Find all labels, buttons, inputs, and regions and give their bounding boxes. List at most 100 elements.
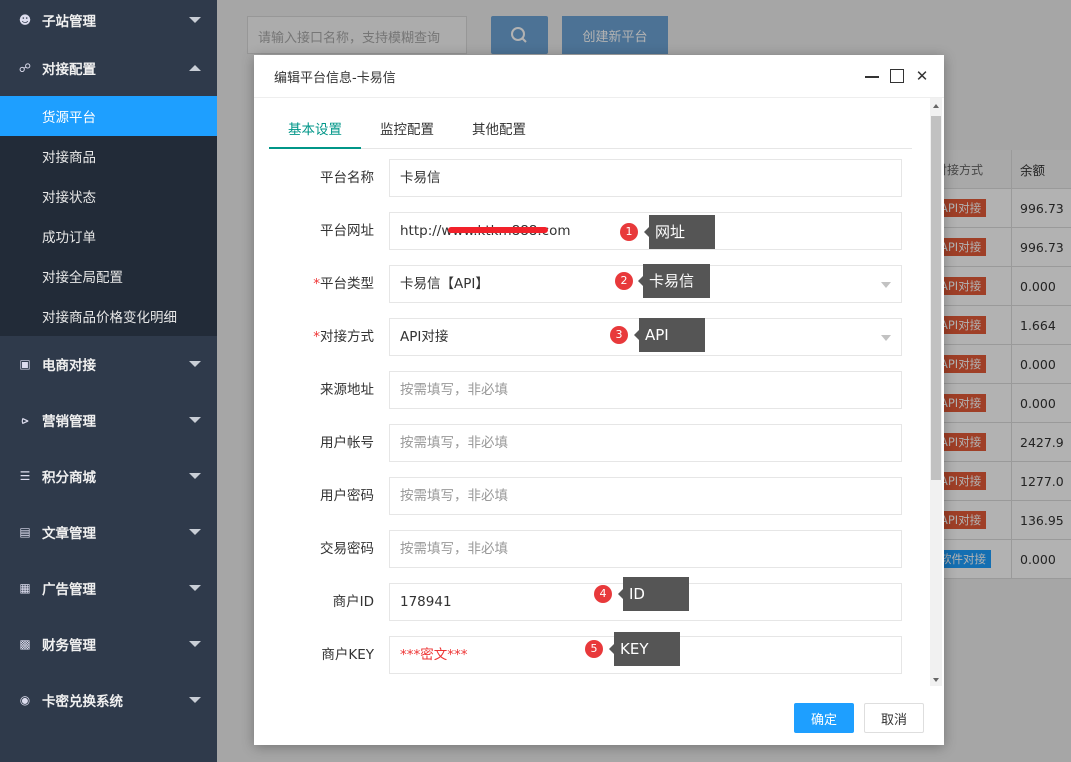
platform-type-value: 卡易信【API】 (400, 276, 489, 292)
platform-type-label-text: 平台类型 (320, 276, 374, 292)
chevron-down-icon (189, 697, 201, 703)
dialog-body: 基本设置 监控配置 其他配置 平台名称 卡易信 平台网址 http://www.… (254, 98, 930, 686)
dialog-header: 编辑平台信息-卡易信 (254, 55, 944, 98)
exchange-icon: ◉ (19, 693, 31, 707)
platform-type-label: *平台类型 (274, 265, 374, 303)
cancel-button[interactable]: 取消 (864, 703, 924, 733)
sidebar-item-global-config[interactable]: 对接全局配置 (0, 256, 217, 296)
sidebar-group-ads[interactable]: ▦ 广告管理 (0, 560, 217, 616)
merchant-key-label: 商户KEY (321, 647, 374, 663)
sidebar: ☻ 子站管理 ☍ 对接配置 货源平台 对接商品 对接状态 成功订单 对接全局配置… (0, 0, 217, 762)
trade-password-label: 交易密码 (320, 541, 374, 557)
user-group-icon: ☻ (18, 13, 32, 27)
chevron-down-icon (189, 585, 201, 591)
annotation-callout: KEY (609, 632, 680, 666)
tab-basic-settings[interactable]: 基本设置 (269, 108, 361, 149)
sidebar-group-label: 文章管理 (42, 526, 96, 542)
annotation-badge: 1 (620, 223, 638, 241)
document-icon: ▤ (19, 525, 31, 539)
chevron-down-icon (881, 335, 891, 341)
required-mark: * (313, 329, 320, 345)
sidebar-item-supply-platform[interactable]: 货源平台 (0, 96, 217, 136)
sidebar-group-finance[interactable]: ▩ 财务管理 (0, 616, 217, 672)
form-row-source: 来源地址 按需填写，非必填 (254, 371, 914, 409)
sidebar-group-label: 广告管理 (42, 582, 96, 598)
sidebar-group-points-mall[interactable]: ☰ 积分商城 (0, 448, 217, 504)
sidebar-submenu: 货源平台 对接商品 对接状态 成功订单 对接全局配置 对接商品价格变化明细 (0, 96, 217, 336)
integration-method-label-text: 对接方式 (320, 329, 374, 345)
sidebar-group-label: 电商对接 (42, 358, 96, 374)
chevron-down-icon (189, 417, 201, 423)
sidebar-group-label: 积分商城 (42, 470, 96, 486)
form-row-user: 用户帐号 按需填写，非必填 (254, 424, 914, 462)
sidebar-item-integration-status[interactable]: 对接状态 (0, 176, 217, 216)
annotation-callout: 网址 (644, 215, 715, 249)
sidebar-group-marketing[interactable]: ⪧ 营销管理 (0, 392, 217, 448)
scroll-down-icon[interactable] (933, 678, 939, 682)
dialog-controls: ✕ (864, 68, 930, 84)
annotation-callout: 卡易信 (638, 264, 710, 298)
chevron-down-icon (189, 17, 201, 23)
annotation-badge: 3 (610, 326, 628, 344)
edit-platform-dialog: 编辑平台信息-卡易信 ✕ 基本设置 监控配置 其他配置 平台名称 卡易信 平台网… (254, 55, 944, 745)
form-row-name: 平台名称 卡易信 (254, 159, 914, 197)
user-password-label: 用户密码 (320, 488, 374, 504)
sidebar-group-substations[interactable]: ☻ 子站管理 (0, 0, 217, 40)
integration-method-value: API对接 (400, 329, 449, 345)
annotation-callout: API (634, 318, 705, 352)
merchant-id-label: 商户ID (332, 594, 374, 610)
dialog-scrollbar[interactable] (930, 98, 942, 686)
confirm-button[interactable]: 确定 (794, 703, 854, 733)
tab-monitor-config[interactable]: 监控配置 (361, 108, 453, 148)
form-row-method: *对接方式 API对接 (254, 318, 914, 356)
finance-icon: ▩ (19, 637, 31, 651)
platform-name-input[interactable]: 卡易信 (389, 159, 902, 197)
close-icon[interactable]: ✕ (914, 68, 930, 84)
source-address-input[interactable]: 按需填写，非必填 (389, 371, 902, 409)
share-icon: ⪧ (21, 413, 29, 427)
platform-name-label: 平台名称 (320, 170, 374, 186)
chevron-down-icon (189, 529, 201, 535)
scroll-up-icon[interactable] (933, 104, 939, 108)
calendar-icon: ▦ (19, 581, 31, 595)
lock-icon: ▣ (19, 357, 31, 371)
dialog-tabs: 基本设置 监控配置 其他配置 (269, 108, 912, 149)
sidebar-group-ecommerce[interactable]: ▣ 电商对接 (0, 336, 217, 392)
sidebar-group-card-exchange[interactable]: ◉ 卡密兑换系统 (0, 672, 217, 728)
scroll-thumb[interactable] (931, 116, 941, 480)
form-row-merchant-id: 商户ID 178941 (254, 583, 914, 621)
dialog-footer: 确定 取消 (254, 686, 944, 745)
link-icon: ☍ (18, 61, 32, 75)
sidebar-item-price-changes[interactable]: 对接商品价格变化明细 (0, 296, 217, 336)
user-account-input[interactable]: 按需填写，非必填 (389, 424, 902, 462)
trade-password-input[interactable]: 按需填写，非必填 (389, 530, 902, 568)
chevron-down-icon (189, 641, 201, 647)
sidebar-group-label: 子站管理 (42, 14, 96, 30)
platform-url-label: 平台网址 (320, 223, 374, 239)
dialog-title: 编辑平台信息-卡易信 (274, 70, 396, 86)
sidebar-item-successful-orders[interactable]: 成功订单 (0, 216, 217, 256)
sidebar-group-articles[interactable]: ▤ 文章管理 (0, 504, 217, 560)
sidebar-group-label: 营销管理 (42, 414, 96, 430)
annotation-badge: 4 (594, 585, 612, 603)
annotation-badge: 2 (615, 272, 633, 290)
tab-other-config[interactable]: 其他配置 (453, 108, 545, 148)
maximize-icon[interactable] (890, 69, 904, 83)
form-row-merchant-key: 商户KEY ***密文*** (254, 636, 914, 674)
redaction-mark (448, 227, 548, 233)
minimize-icon[interactable] (864, 68, 880, 84)
sidebar-item-integrated-products[interactable]: 对接商品 (0, 136, 217, 176)
sidebar-group-label: 对接配置 (42, 62, 96, 78)
user-password-input[interactable]: 按需填写，非必填 (389, 477, 902, 515)
form-row-password: 用户密码 按需填写，非必填 (254, 477, 914, 515)
chevron-up-icon (189, 65, 201, 71)
sidebar-group-integration-config[interactable]: ☍ 对接配置 (0, 40, 217, 96)
source-address-label: 来源地址 (320, 382, 374, 398)
sidebar-group-label: 卡密兑换系统 (42, 694, 123, 710)
chevron-down-icon (189, 473, 201, 479)
user-account-label: 用户帐号 (320, 435, 374, 451)
sidebar-group-label: 财务管理 (42, 638, 96, 654)
integration-method-label: *对接方式 (274, 318, 374, 356)
form-row-type: *平台类型 卡易信【API】 (254, 265, 914, 303)
annotation-badge: 5 (585, 640, 603, 658)
